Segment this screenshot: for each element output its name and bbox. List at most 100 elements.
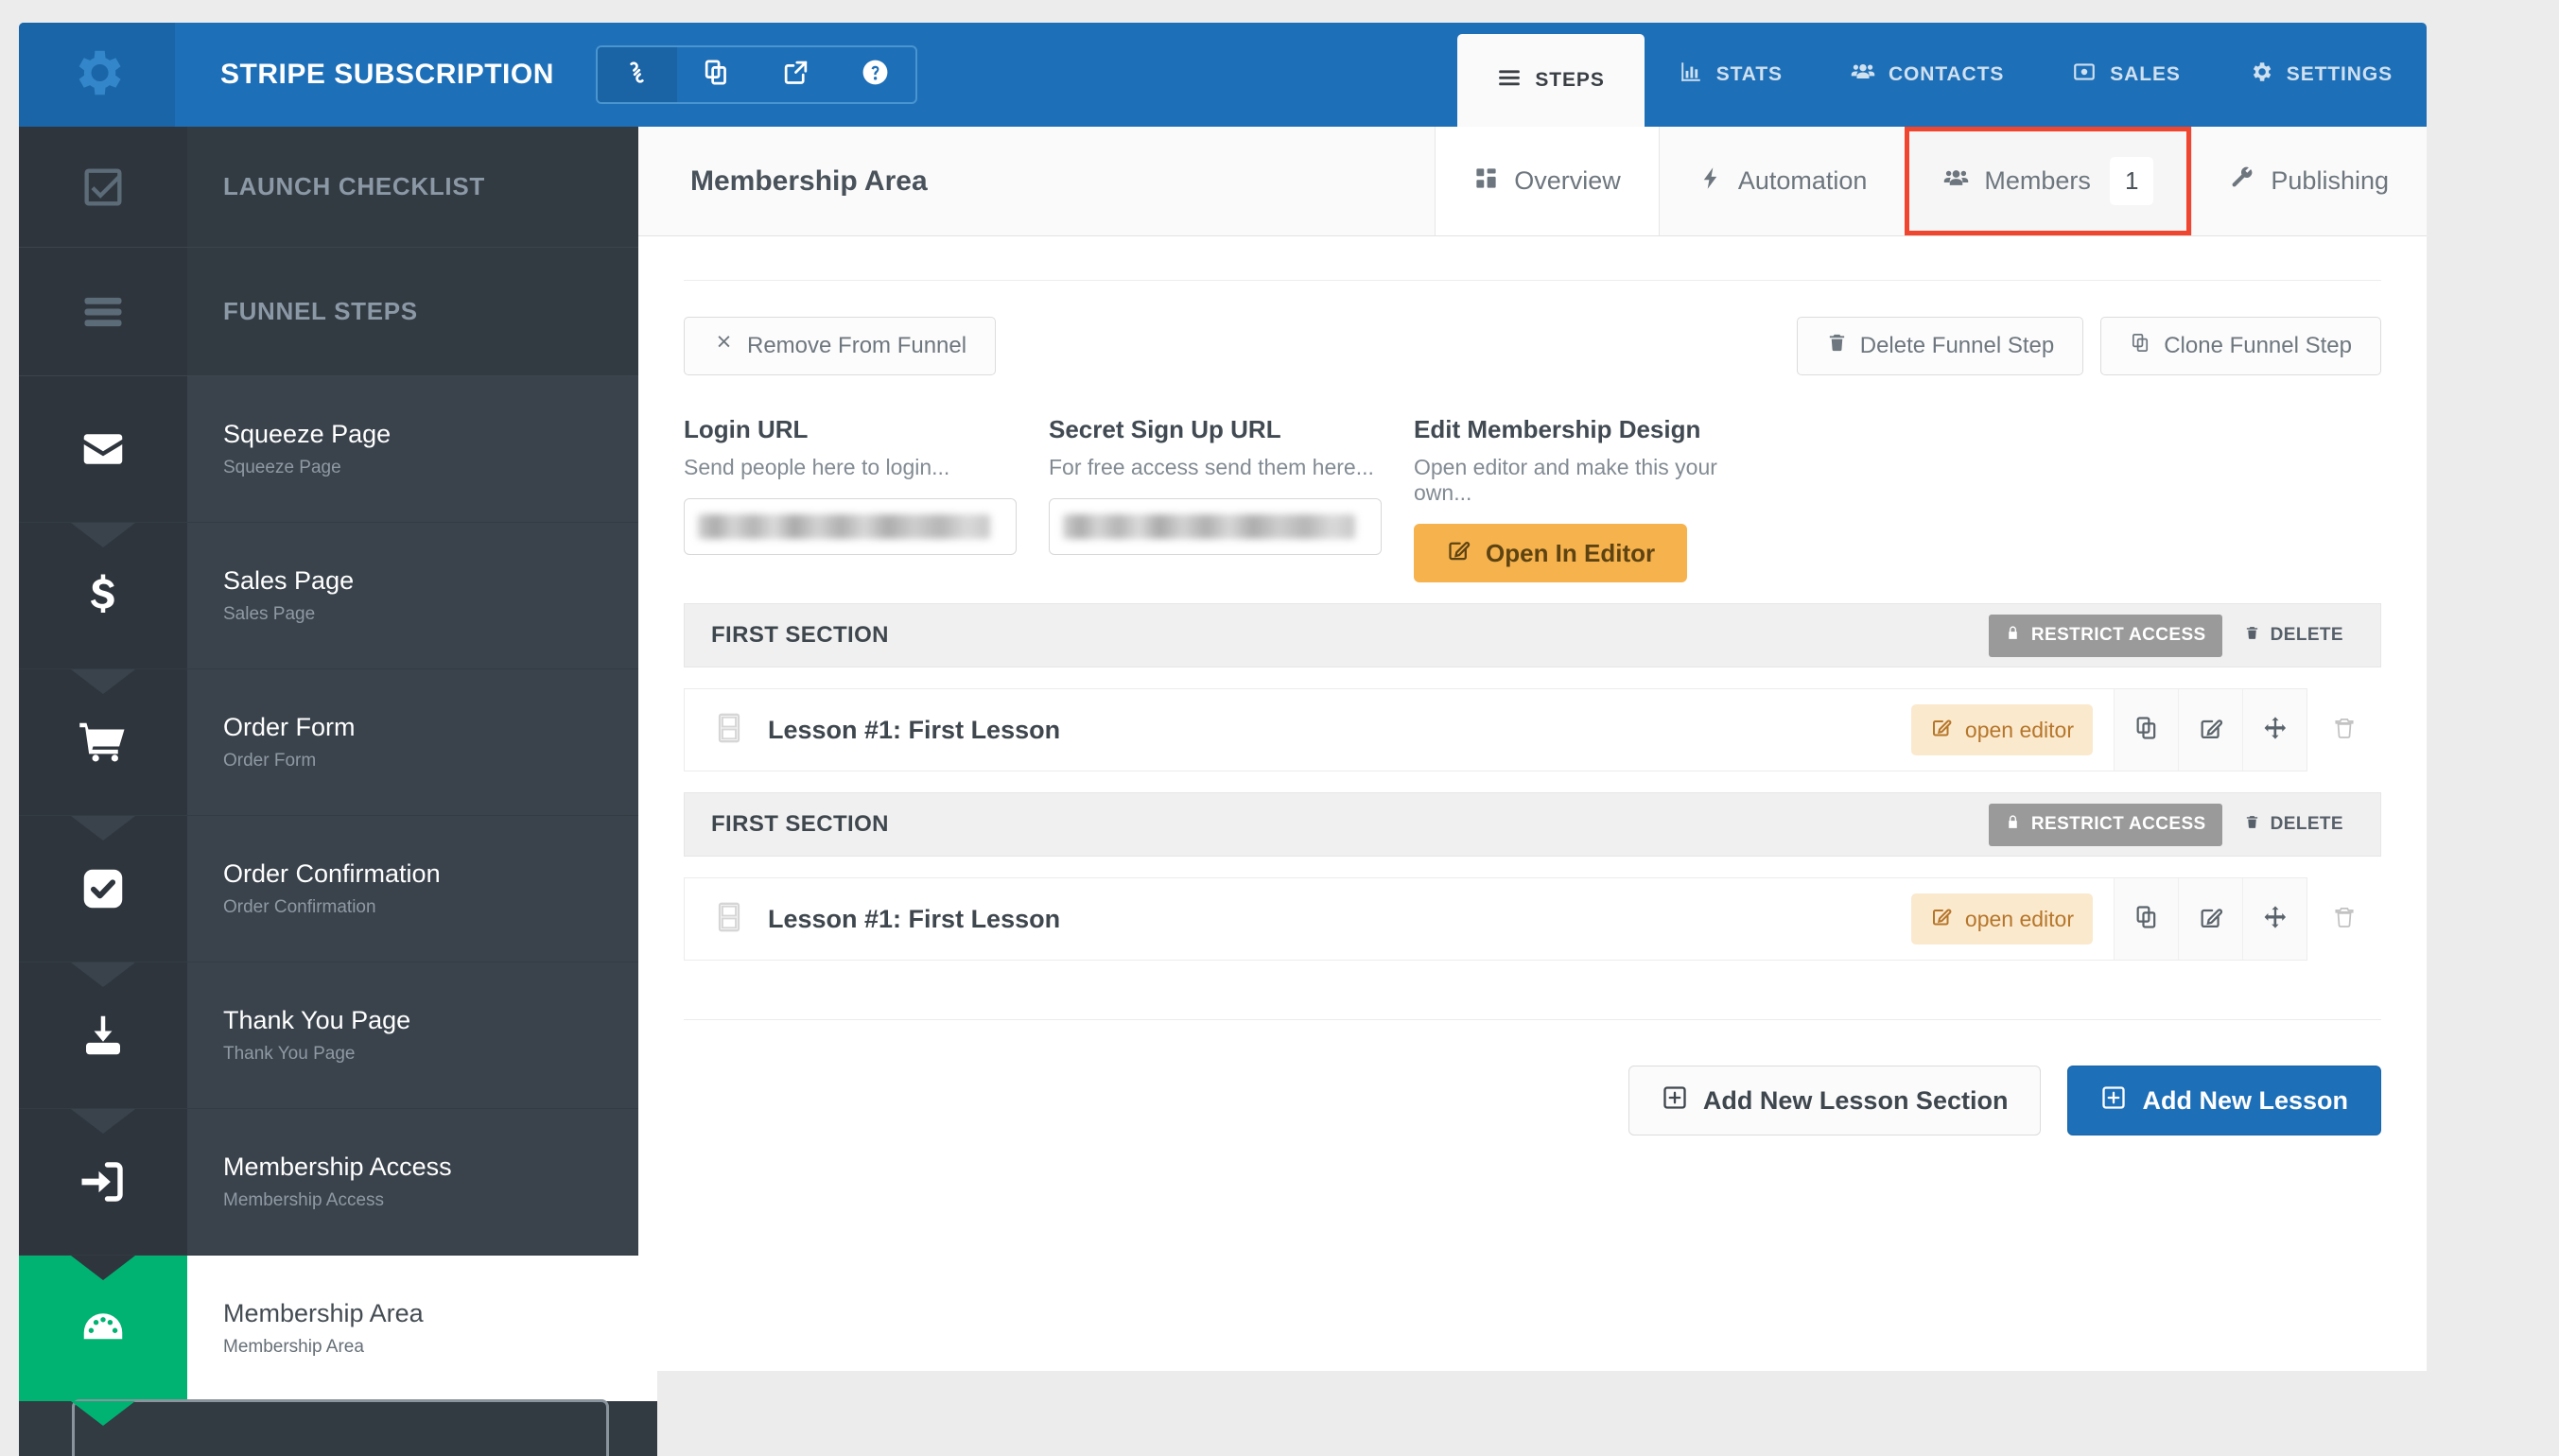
sidebar-step-thank-you-page[interactable]: Thank You Page Thank You Page	[19, 962, 657, 1109]
edit-design-hint: Open editor and make this your own...	[1414, 455, 1717, 505]
restrict-access-button[interactable]: RESTRICT ACCESS	[1988, 803, 2222, 846]
sidebar-step-title: Membership Area	[223, 1299, 424, 1327]
clone-lesson-button[interactable]	[2114, 689, 2178, 771]
sidebar-bottom-button[interactable]	[72, 1399, 609, 1456]
secret-signup-url-hint: For free access send them here...	[1049, 455, 1374, 479]
bar-chart-icon	[1679, 60, 1703, 90]
dashboard-icon	[19, 1256, 187, 1401]
tab-members-label: Members	[1984, 166, 2091, 195]
nav-tab-steps[interactable]: STEPS	[1457, 34, 1645, 127]
sidebar-step-sales-page[interactable]: Sales Page Sales Page	[19, 523, 657, 669]
lesson-row[interactable]: Lesson #1: First Lesson open editor	[684, 688, 2307, 771]
sidebar-step-title: Thank You Page	[223, 1006, 411, 1034]
sidebar-step-membership-area[interactable]: Membership Area Membership Area	[19, 1256, 657, 1426]
edit-pencil-icon	[2198, 715, 2224, 746]
cart-icon	[19, 669, 187, 815]
lock-icon	[2005, 813, 2021, 837]
sidebar-step-title: Order Confirmation	[223, 859, 441, 888]
secret-signup-url-input[interactable]	[1049, 498, 1382, 555]
sidebar-step-membership-access[interactable]: Membership Access Membership Access	[19, 1109, 657, 1256]
open-in-editor-button[interactable]: Open In Editor	[1414, 524, 1688, 582]
delete-lesson-button[interactable]	[2307, 903, 2381, 936]
clone-icon	[2133, 715, 2160, 746]
tab-automation[interactable]: Automation	[1658, 127, 1906, 235]
sidebar-step-order-form[interactable]: Order Form Order Form	[19, 669, 657, 816]
active-step-arrow	[71, 1401, 135, 1426]
tab-publishing[interactable]: Publishing	[2191, 127, 2427, 235]
sidebar-step-subtitle: Membership Area	[223, 1337, 364, 1357]
nav-tab-sales[interactable]: SALES	[2038, 23, 2215, 127]
lesson-title: Lesson #1: First Lesson	[768, 715, 1061, 744]
nav-tab-contacts[interactable]: CONTACTS	[1817, 23, 2038, 127]
move-icon	[2262, 904, 2289, 935]
step-connector-arrow	[71, 1256, 135, 1280]
nav-tab-stats[interactable]: STATS	[1645, 23, 1817, 127]
login-url-redacted-value	[698, 514, 991, 539]
bolt-icon	[1697, 165, 1723, 198]
edit-design-label: Edit Membership Design	[1414, 415, 1701, 443]
edit-lesson-button[interactable]	[2178, 689, 2242, 771]
sidebar-step-squeeze-page[interactable]: Squeeze Page Squeeze Page	[19, 376, 657, 523]
clone-icon-button[interactable]	[677, 47, 757, 102]
edit-pencil-icon	[1930, 716, 1953, 744]
tab-overview[interactable]: Overview	[1435, 127, 1659, 235]
tab-members[interactable]: Members 1	[1905, 127, 2192, 235]
edit-design-group: Edit Membership Design Open editor and m…	[1414, 415, 1754, 582]
sidebar-item-funnel-steps[interactable]: FUNNEL STEPS	[19, 248, 657, 376]
edit-pencil-icon	[1446, 537, 1471, 569]
move-icon	[2262, 715, 2289, 746]
sidebar-item-launch-checklist[interactable]: LAUNCH CHECKLIST	[19, 127, 657, 248]
move-lesson-handle[interactable]	[2242, 878, 2307, 960]
add-new-lesson-section-button[interactable]: Add New Lesson Section	[1628, 1066, 2042, 1135]
delete-section-button[interactable]: DELETE	[2228, 804, 2359, 846]
clone-funnel-step-button[interactable]: Clone Funnel Step	[2100, 317, 2381, 375]
restrict-access-button[interactable]: RESTRICT ACCESS	[1988, 614, 2222, 657]
external-link-icon	[781, 58, 810, 92]
clone-icon	[702, 58, 731, 92]
grid-icon	[1473, 165, 1499, 198]
remove-from-funnel-button[interactable]: Remove From Funnel	[684, 317, 997, 375]
sign-in-icon	[19, 1109, 187, 1255]
lesson-row[interactable]: Lesson #1: First Lesson open editor	[684, 877, 2307, 961]
top-divider	[684, 280, 2381, 281]
members-count-badge: 1	[2109, 157, 2154, 205]
wrench-icon	[2230, 165, 2255, 198]
help-icon-button[interactable]	[836, 47, 915, 102]
people-icon	[1943, 165, 1969, 198]
sidebar-step-subtitle: Sales Page	[223, 604, 316, 624]
sidebar-step-text: Squeeze Page Squeeze Page	[187, 376, 391, 522]
add-new-lesson-button[interactable]: Add New Lesson	[2067, 1066, 2381, 1135]
section-name: FIRST SECTION	[711, 811, 889, 837]
sidebar-step-order-confirmation[interactable]: Order Confirmation Order Confirmation	[19, 816, 657, 962]
delete-section-button[interactable]: DELETE	[2228, 615, 2359, 657]
gear-icon	[68, 43, 127, 107]
lesson-mini-buttons	[2114, 878, 2307, 960]
trash-icon	[2332, 714, 2357, 747]
lesson-actions: open editor	[1910, 689, 2307, 771]
delete-section-label: DELETE	[2270, 814, 2343, 834]
clone-funnel-step-label: Clone Funnel Step	[2164, 333, 2352, 358]
login-url-hint: Send people here to login...	[684, 455, 950, 479]
clone-icon	[2133, 904, 2160, 935]
link-icon-button[interactable]	[597, 47, 677, 102]
login-url-input[interactable]	[684, 498, 1017, 555]
funnel-quick-actions	[595, 45, 917, 104]
delete-funnel-step-label: Delete Funnel Step	[1859, 333, 2055, 358]
nav-tab-settings-label: SETTINGS	[2286, 63, 2393, 85]
clone-lesson-button[interactable]	[2114, 878, 2178, 960]
sidebar-step-text: Order Confirmation Order Confirmation	[187, 816, 441, 962]
move-lesson-handle[interactable]	[2242, 689, 2307, 771]
checkbox-icon	[19, 127, 187, 247]
open-editor-button[interactable]: open editor	[1910, 893, 2093, 945]
right-actions: Delete Funnel Step Clone Funnel Step	[1796, 317, 2381, 375]
lesson-mini-buttons	[2114, 689, 2307, 771]
open-editor-button[interactable]: open editor	[1910, 704, 2093, 755]
secret-signup-url-label: Secret Sign Up URL	[1049, 415, 1281, 443]
external-link-icon-button[interactable]	[757, 47, 836, 102]
edit-lesson-button[interactable]	[2178, 878, 2242, 960]
delete-funnel-step-button[interactable]: Delete Funnel Step	[1796, 317, 2084, 375]
delete-lesson-button[interactable]	[2307, 714, 2381, 747]
funnel-gear-block	[19, 23, 175, 127]
nav-tab-settings[interactable]: SETTINGS	[2215, 23, 2427, 127]
